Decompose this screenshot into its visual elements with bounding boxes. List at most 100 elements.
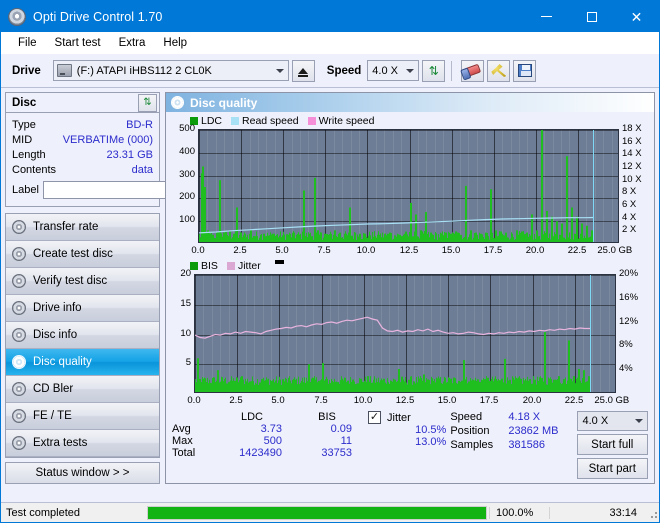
- eject-button[interactable]: [291, 59, 315, 82]
- sidebar-item-label: FE / TE: [33, 410, 72, 423]
- menu-item-file[interactable]: File: [9, 35, 46, 51]
- app-window: Opti Drive Control 1.70 ✕ File Start tes…: [0, 0, 660, 523]
- chevron-down-icon: [635, 419, 643, 423]
- y-axis-tick: 200: [179, 191, 195, 202]
- refresh-icon: ⇅: [143, 97, 152, 109]
- y2-axis-tick: 6 X: [622, 199, 637, 210]
- page-title: Disc quality: [190, 95, 258, 110]
- sidebar-item-label: Extra tests: [33, 437, 88, 450]
- sidebar-item-transfer-rate[interactable]: Transfer rate: [6, 214, 159, 242]
- start-part-button[interactable]: Start part: [576, 458, 648, 479]
- cursor-line: [593, 130, 594, 242]
- progress-bar: [147, 505, 487, 520]
- status-window-button[interactable]: Status window > >: [5, 462, 160, 484]
- stats-table: LDC BIS Avg 3.73 0.09 Max 500 11 Total 1…: [172, 411, 362, 483]
- elapsed-time: 33:14: [549, 506, 645, 519]
- disc-refresh-button[interactable]: ⇅: [138, 93, 157, 112]
- x-axis-tick: 25.0 GB: [594, 395, 630, 406]
- sidebar-item-label: Transfer rate: [33, 221, 99, 234]
- tools-icon: [491, 64, 507, 77]
- sidebar-item-extra-tests[interactable]: Extra tests: [6, 430, 159, 458]
- y-axis-tick: 20: [180, 268, 191, 279]
- disc-icon: [12, 220, 26, 235]
- disc-icon: [12, 328, 26, 343]
- y2-axis-tick: 8 X: [622, 186, 637, 197]
- sidebar-item-verify-test-disc[interactable]: Verify test disc: [6, 268, 159, 296]
- ldc-chart-wrap: LDC Read speed Write speed 100 200 300 400 5…: [166, 112, 654, 257]
- minimize-button[interactable]: [524, 1, 569, 32]
- y2-axis-tick: 4%: [619, 363, 633, 374]
- tools-button[interactable]: [487, 59, 511, 82]
- x-axis-tick: 2.5: [229, 395, 243, 406]
- jitter-header: ✓ Jitter: [362, 411, 450, 424]
- drive-select[interactable]: (F:) ATAPI iHBS112 2 CL0K: [52, 60, 289, 81]
- disc-panel-title: Disc: [12, 96, 37, 109]
- speed-select[interactable]: 4.0 X: [367, 60, 420, 81]
- disc-label-label: Label: [12, 184, 39, 197]
- test-speed-select[interactable]: 4.0 X: [576, 411, 648, 431]
- stats-avg-bis: 0.09: [330, 423, 352, 435]
- cursor-line: [590, 275, 591, 392]
- disc-info-panel: Type BD-R MID VERBATIMe (000) Length 23.…: [5, 112, 246, 208]
- sidebar-item-disc-info[interactable]: Disc info: [6, 322, 159, 350]
- samples-value: 381586: [508, 439, 546, 451]
- save-button[interactable]: [513, 59, 537, 82]
- chevron-down-icon: [406, 68, 415, 73]
- y2-axis-tick: 16 X: [622, 136, 642, 147]
- position-value: 23862 MB: [508, 425, 559, 437]
- stats-row-key: Avg: [172, 423, 191, 435]
- status-bar: Test completed 100.0% 33:14: [1, 502, 659, 522]
- chart1-plot-area: [194, 274, 616, 393]
- stats-row-max: Max 500 11: [172, 435, 362, 447]
- jitter-checkbox[interactable]: ✓: [368, 411, 381, 424]
- resize-grip-icon[interactable]: [645, 506, 659, 520]
- jitter-label: Jitter: [387, 411, 411, 424]
- sidebar-item-label: Drive info: [33, 302, 82, 315]
- ldc-chart-legend: LDC Read speed Write speed: [168, 114, 652, 127]
- stats-total-bis: 33753: [321, 447, 352, 459]
- maximize-icon: [586, 11, 597, 22]
- legend-item-write-speed: Write speed: [307, 115, 375, 127]
- sidebar-item-label: Disc info: [33, 329, 78, 342]
- sidebar-item-disc-quality[interactable]: Disc quality: [6, 349, 159, 377]
- window-controls: ✕: [524, 1, 659, 32]
- stats-header-row: LDC BIS: [172, 411, 362, 423]
- x-axis-tick: 20.0: [525, 245, 545, 256]
- sidebar-item-fe-te[interactable]: FE / TE: [6, 403, 159, 431]
- sidebar-item-cd-bler[interactable]: CD Bler: [6, 376, 159, 404]
- refresh-button[interactable]: ⇅: [422, 59, 446, 82]
- legend-swatch-jitter: [226, 261, 235, 270]
- chart0-series: [199, 130, 594, 242]
- y2-axis-tick: 8%: [619, 339, 633, 350]
- close-button[interactable]: ✕: [614, 1, 659, 32]
- main-panel: Disc quality LDC Read speed Write speed: [165, 92, 655, 484]
- drive-icon: [56, 64, 72, 77]
- stats-row-key: Max: [172, 435, 193, 447]
- x-axis-tick: 22.5: [567, 245, 587, 256]
- erase-button[interactable]: [461, 59, 485, 82]
- test-speed-value: 4.0 X: [582, 415, 609, 427]
- y2-axis-tick: 4 X: [622, 212, 637, 223]
- menu-item-extra[interactable]: Extra: [110, 35, 155, 51]
- minimize-icon: [541, 16, 552, 17]
- speed-select-value: 4.0 X: [372, 64, 398, 77]
- legend-label-read-speed: Read speed: [242, 114, 299, 127]
- menu-item-help[interactable]: Help: [154, 35, 196, 51]
- menu-item-start-test[interactable]: Start test: [46, 35, 110, 51]
- y-axis-tick: 15: [180, 298, 191, 309]
- actions-column: 4.0 X Start full Start part: [576, 411, 648, 483]
- sidebar-item-create-test-disc[interactable]: Create test disc: [6, 241, 159, 269]
- bis-chart-legend: BIS Jitter: [168, 259, 652, 272]
- maximize-button[interactable]: [569, 1, 614, 32]
- disc-mid-label: MID: [12, 133, 33, 146]
- jitter-max-value: 13.0%: [415, 436, 447, 448]
- y-axis-tick: 10: [180, 328, 191, 339]
- window-title: Opti Drive Control 1.70: [33, 9, 163, 24]
- progress-bar-fill: [148, 506, 486, 519]
- toolbar-separator: [451, 60, 453, 81]
- sidebar-item-drive-info[interactable]: Drive info: [6, 295, 159, 323]
- menu-bar: File Start test Extra Help: [1, 32, 659, 54]
- start-full-button[interactable]: Start full: [576, 434, 648, 455]
- legend-item-bis: BIS: [190, 260, 218, 272]
- y-axis-tick: 400: [179, 146, 195, 157]
